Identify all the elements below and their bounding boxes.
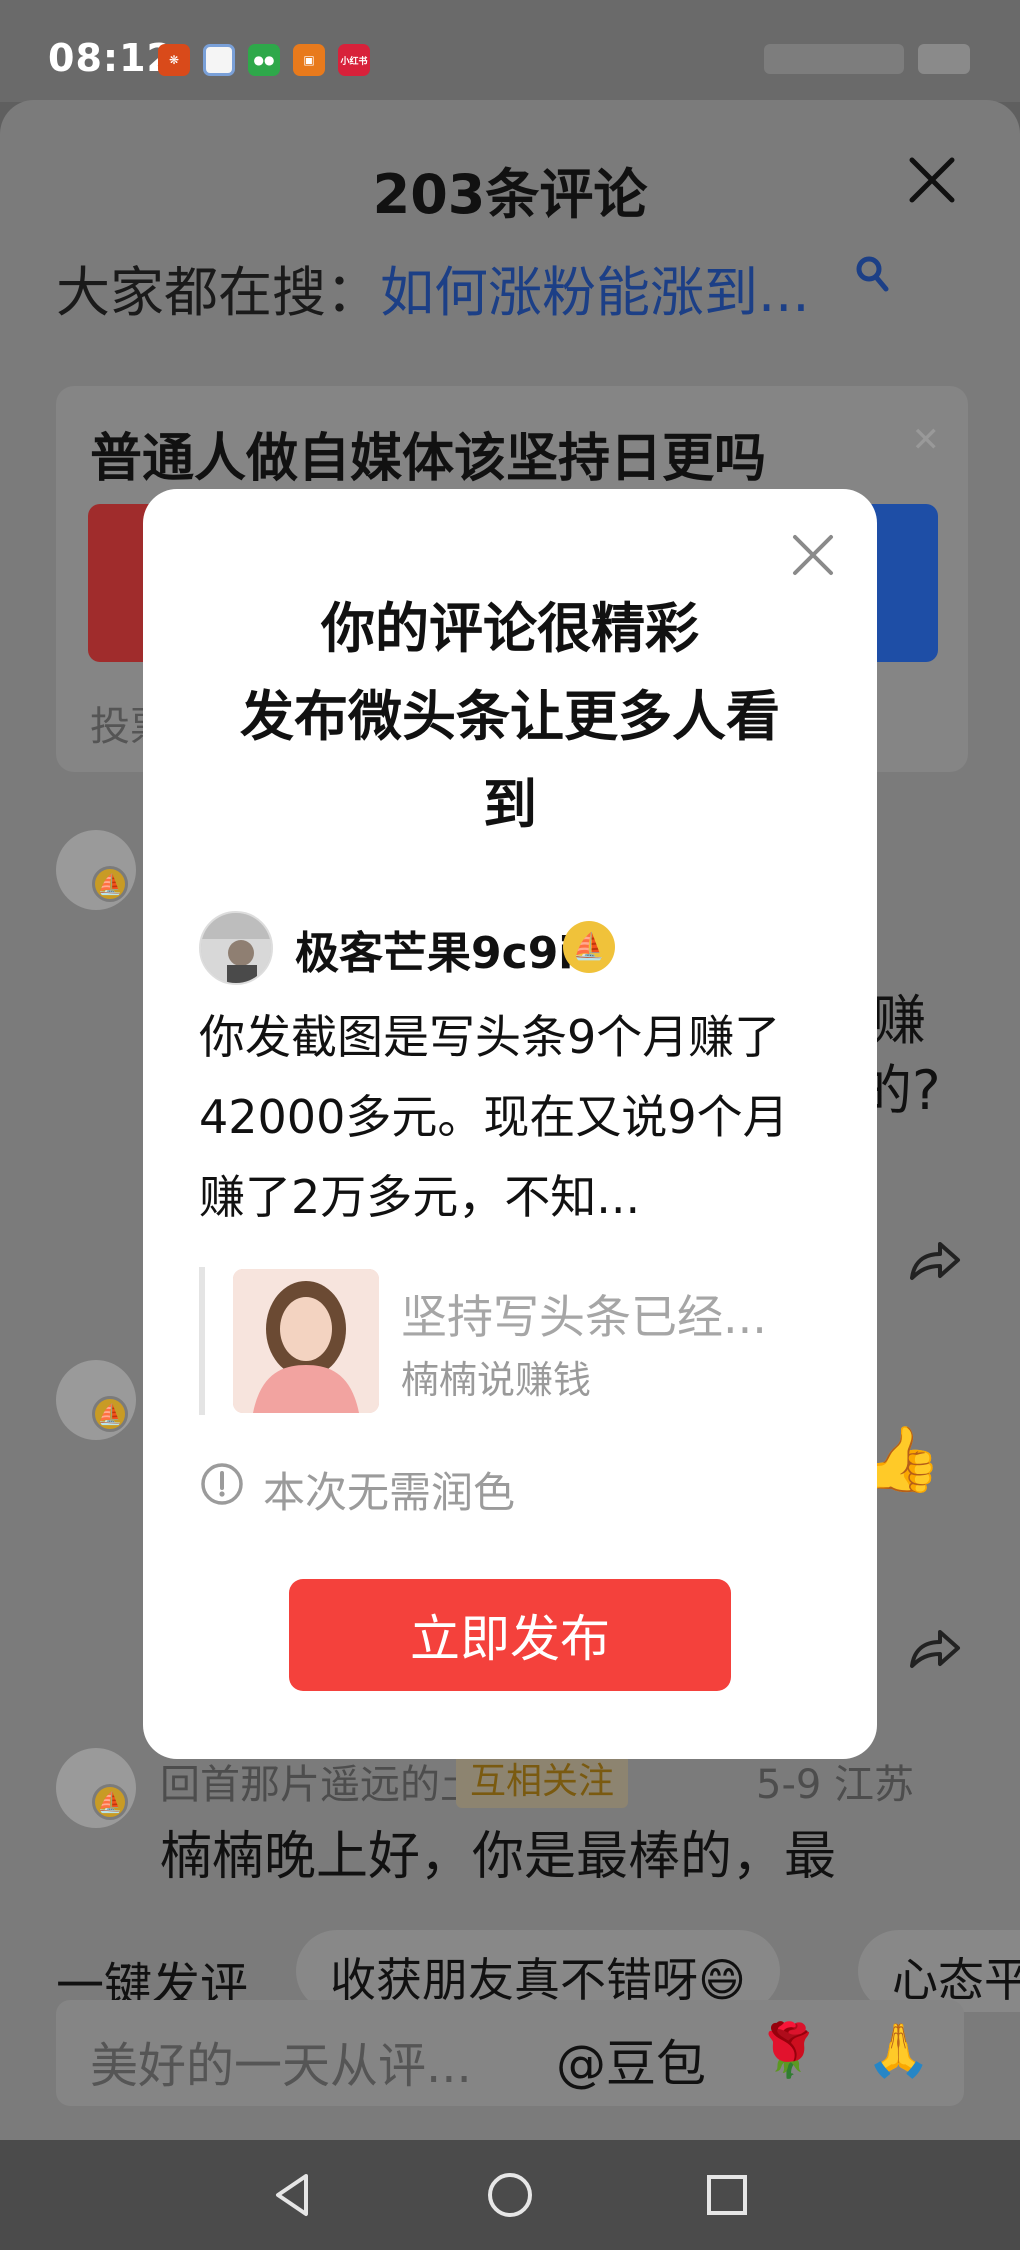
home-icon[interactable] bbox=[479, 2164, 541, 2226]
badge-icon: ⛵ bbox=[92, 866, 128, 902]
quoted-post: 坚持写头条已经... 楠楠说赚钱 bbox=[199, 1267, 829, 1415]
trending-search-keyword[interactable]: 如何涨粉能涨到... bbox=[380, 261, 810, 324]
comment-preview: 你发截图是写头条9个月赚了42000多元。现在又说9个月赚了2万多元，不知... bbox=[199, 1010, 789, 1224]
comment-text-fragment: 赚 bbox=[872, 989, 926, 1052]
avatar bbox=[199, 911, 273, 985]
close-icon[interactable] bbox=[904, 152, 960, 208]
rose-emoji-button[interactable]: 🌹 bbox=[756, 2020, 821, 2081]
no-polish-notice: 本次无需润色 bbox=[263, 1468, 516, 1517]
app-icon-4: ▣ bbox=[293, 44, 325, 76]
quoted-post-author: 楠楠说赚钱 bbox=[401, 1358, 592, 1402]
calendar-icon bbox=[203, 44, 235, 76]
username: 极客芒果9c9i bbox=[295, 928, 574, 979]
post-thumbnail bbox=[233, 1269, 379, 1413]
publish-button[interactable]: 立即发布 bbox=[289, 1579, 731, 1691]
comment-input[interactable]: 美好的一天从评... bbox=[90, 2026, 472, 2096]
avatar[interactable] bbox=[56, 1360, 136, 1440]
app-icon-1: ❋ bbox=[158, 44, 190, 76]
trending-search-label: 大家都在搜： bbox=[56, 261, 380, 324]
share-icon[interactable] bbox=[906, 1622, 962, 1672]
badge-icon: ⛵ bbox=[92, 1784, 128, 1820]
dialog-title-line: 发布微头条让更多人看 bbox=[240, 685, 780, 748]
close-icon[interactable] bbox=[791, 533, 835, 577]
recents-icon[interactable] bbox=[696, 2164, 758, 2226]
xiaohongshu-icon: 小红书 bbox=[338, 44, 370, 76]
back-icon[interactable] bbox=[262, 2164, 324, 2226]
badge-icon: ⛵ bbox=[92, 1396, 128, 1432]
dialog-title-line: 你的评论很精彩 bbox=[321, 597, 699, 660]
comment-meta: 5-9 江苏 bbox=[756, 1762, 915, 1808]
poll-close-icon[interactable]: ✕ bbox=[912, 420, 941, 460]
mention-doubao-button[interactable]: @豆包 bbox=[556, 2024, 706, 2096]
search-icon[interactable] bbox=[854, 254, 890, 294]
sailboat-badge-icon: ⛵ bbox=[563, 921, 615, 973]
wechat-icon: ●● bbox=[248, 44, 280, 76]
info-icon bbox=[201, 1463, 243, 1505]
status-time: 08:12 bbox=[48, 36, 174, 80]
system-indicators bbox=[764, 44, 970, 74]
share-icon[interactable] bbox=[906, 1234, 962, 1284]
dialog-title: 你的评论很精彩 发布微头条让更多人看 到 bbox=[143, 585, 877, 849]
comment-text: 楠楠晚上好，你是最棒的，最 bbox=[160, 1827, 837, 1887]
status-bar: 08:12 ❋ ●● ▣ 小红书 bbox=[0, 0, 1020, 102]
battery-icon bbox=[918, 44, 970, 74]
comments-title: 203条评论 bbox=[372, 163, 648, 226]
signal-icon bbox=[764, 44, 904, 74]
trending-search[interactable]: 大家都在搜：如何涨粉能涨到... bbox=[56, 248, 810, 327]
avatar[interactable] bbox=[56, 1748, 136, 1828]
avatar[interactable] bbox=[56, 830, 136, 910]
dialog-title-line: 到 bbox=[483, 773, 537, 836]
poll-title: 普通人做自媒体该坚持日更吗 bbox=[90, 429, 767, 489]
quoted-post-title: 坚持写头条已经... bbox=[401, 1290, 767, 1344]
comment-input-bar[interactable]: 美好的一天从评... @豆包 🌹 🙏 bbox=[56, 2000, 964, 2106]
publish-dialog: 你的评论很精彩 发布微头条让更多人看 到 极客芒果9c9i ⛵ 你发截图是写头条… bbox=[143, 489, 877, 1759]
notification-icons: ❋ ●● ▣ 小红书 bbox=[158, 44, 370, 76]
pray-emoji-button[interactable]: 🙏 bbox=[866, 2020, 931, 2081]
navigation-bar bbox=[0, 2140, 1020, 2250]
